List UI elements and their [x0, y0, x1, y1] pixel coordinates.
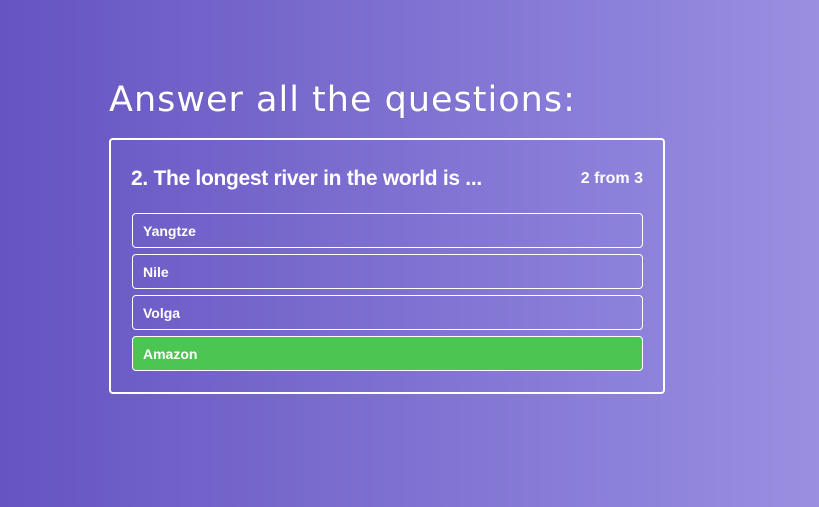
answer-option-volga[interactable]: Volga	[132, 295, 643, 330]
quiz-card: 2. The longest river in the world is ...…	[109, 138, 665, 394]
answer-option-nile[interactable]: Nile	[132, 254, 643, 289]
answer-list: Yangtze Nile Volga Amazon	[132, 213, 643, 371]
page-title: Answer all the questions:	[109, 80, 576, 120]
answer-option-amazon[interactable]: Amazon	[132, 336, 643, 371]
question-counter: 2 from 3	[580, 170, 643, 187]
question-text: 2. The longest river in the world is ...	[131, 167, 482, 190]
answer-option-yangtze[interactable]: Yangtze	[132, 213, 643, 248]
question-header: 2. The longest river in the world is ...…	[131, 164, 643, 194]
